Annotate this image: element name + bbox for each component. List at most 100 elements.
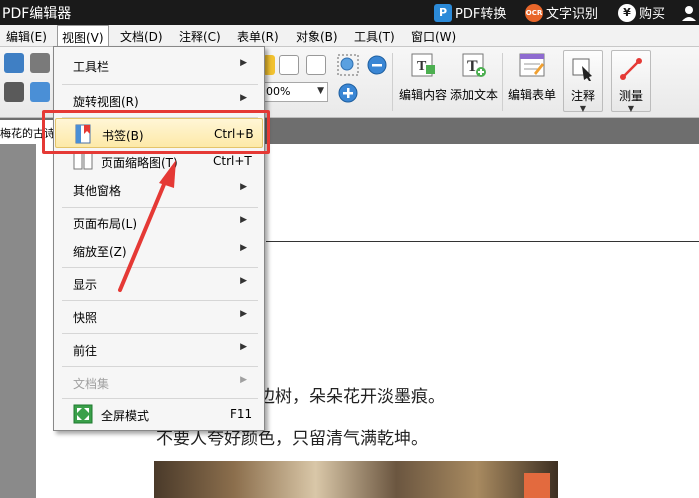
edit-content-button[interactable]: T 编辑内容 — [397, 51, 449, 103]
pdf-convert-icon: P — [434, 3, 452, 22]
image-stamp — [524, 473, 550, 498]
add-text-icon: T — [462, 53, 486, 77]
menu-item-bookmarks[interactable]: 书签(B) Ctrl+B — [55, 118, 263, 148]
menu-item-label: 全屏模式 — [101, 409, 150, 423]
pdf-convert-label: PDF转换 — [455, 7, 507, 22]
menu-item-other-panes[interactable]: 其他窗格 ▶ — [55, 174, 263, 204]
annotate-button[interactable]: 注释 ▼ — [563, 50, 603, 113]
chevron-right-icon: ▶ — [240, 243, 247, 253]
zoom-out-icon[interactable] — [366, 54, 388, 76]
menu-item-shortcut: Ctrl+B — [214, 127, 254, 141]
horizontal-rule — [266, 241, 699, 242]
chevron-right-icon: ▶ — [240, 182, 247, 192]
chevron-right-icon: ▶ — [240, 215, 247, 225]
menu-item-go-to[interactable]: 前往 ▶ — [55, 334, 263, 364]
menu-tools[interactable]: 工具(T) — [354, 28, 395, 45]
zoom-value: 00% — [266, 85, 291, 98]
buy-label: 购买 — [639, 7, 666, 22]
annotate-label: 注释 — [570, 89, 595, 103]
buy-button[interactable]: ¥ 购买 — [618, 2, 665, 23]
zoom-area-icon[interactable] — [337, 54, 359, 76]
menu-item-label: 文档集 — [73, 377, 110, 391]
menu-item-zoom-to[interactable]: 缩放至(Z) ▶ — [55, 235, 263, 265]
menu-object[interactable]: 对象(B) — [296, 28, 338, 45]
save-icon[interactable] — [4, 53, 24, 73]
title-bar: PDF编辑器 P PDF转换 OCR 文字识别 ¥ 购买 — [0, 0, 699, 25]
edit-form-icon — [519, 53, 545, 77]
thumbnails-icon — [73, 152, 93, 170]
edit-content-icon: T — [411, 53, 435, 77]
chevron-down-icon: ▼ — [579, 104, 587, 113]
add-text-button[interactable]: T 添加文本 — [450, 51, 498, 103]
chevron-down-icon: ▼ — [317, 86, 324, 96]
menu-view[interactable]: 视图(V) — [57, 25, 109, 47]
menu-item-label: 前往 — [73, 344, 98, 358]
chevron-down-icon: ▼ — [627, 104, 635, 113]
add-text-label: 添加文本 — [450, 88, 499, 102]
menu-document[interactable]: 文档(D) — [120, 28, 163, 45]
menu-item-page-layout[interactable]: 页面布局(L) ▶ — [55, 207, 263, 237]
poem-line-1: 边树，朵朵花开淡墨痕。 — [258, 382, 445, 407]
menu-item-document-set: 文档集 ▶ — [55, 367, 263, 397]
ocr-button[interactable]: OCR 文字识别 — [525, 2, 598, 23]
chevron-right-icon: ▶ — [240, 375, 247, 385]
chevron-right-icon: ▶ — [240, 58, 247, 68]
email-icon[interactable] — [30, 82, 50, 102]
menu-bar: 编辑(E) 视图(V) 文档(D) 注释(C) 表单(R) 对象(B) 工具(T… — [0, 25, 699, 47]
chevron-right-icon: ▶ — [240, 309, 247, 319]
edit-form-label: 编辑表单 — [507, 88, 556, 102]
menu-item-label: 页面布局(L) — [73, 217, 138, 231]
chevron-right-icon: ▶ — [240, 276, 247, 286]
annotate-icon — [572, 58, 592, 81]
document-tab-label: 梅花的古诗 — [0, 127, 55, 140]
user-icon — [682, 5, 696, 21]
document-tab[interactable]: 梅花的古诗 — [0, 120, 56, 144]
view-menu-dropdown: 工具栏 ▶ 旋转视图(R) ▶ 书签(B) Ctrl+B 页面缩略图(T) Ct… — [53, 46, 265, 431]
yen-icon: ¥ — [618, 3, 636, 22]
menu-form[interactable]: 表单(R) — [237, 28, 279, 45]
edit-content-label: 编辑内容 — [398, 88, 447, 102]
print-icon[interactable] — [4, 82, 24, 102]
menu-item-label: 旋转视图(R) — [73, 95, 139, 109]
zoom-select[interactable]: 00% ▼ — [262, 82, 328, 102]
menu-item-shortcut: F11 — [230, 407, 253, 421]
menu-item-label: 工具栏 — [73, 60, 110, 74]
pdf-convert-button[interactable]: P PDF转换 — [434, 2, 506, 23]
svg-text:T: T — [417, 59, 427, 74]
scanner-icon[interactable] — [30, 53, 50, 73]
menu-item-label: 书签(B) — [102, 129, 144, 143]
menu-item-toolbar[interactable]: 工具栏 ▶ — [55, 50, 263, 80]
menu-item-label: 快照 — [73, 311, 98, 325]
toolbar-divider — [502, 53, 503, 111]
menu-edit[interactable]: 编辑(E) — [6, 28, 47, 45]
menu-item-rotate-view[interactable]: 旋转视图(R) ▶ — [55, 85, 263, 115]
fullscreen-icon — [73, 404, 93, 424]
menu-item-snapshot[interactable]: 快照 ▶ — [55, 301, 263, 331]
bookmark-icon — [75, 124, 91, 144]
toolbar-divider — [392, 53, 393, 111]
menu-annotate[interactable]: 注释(C) — [179, 28, 221, 45]
poem-line-1-text: 树，朵朵花开淡墨痕。 — [275, 387, 445, 407]
menu-item-fullscreen[interactable]: 全屏模式 F11 — [55, 399, 263, 429]
menu-item-label: 缩放至(Z) — [73, 245, 127, 259]
menu-window[interactable]: 窗口(W) — [411, 28, 456, 45]
document-image — [154, 461, 558, 498]
menu-item-display[interactable]: 显示 ▶ — [55, 268, 263, 298]
user-button[interactable] — [680, 2, 698, 23]
measure-label: 测量 — [618, 89, 643, 103]
measure-icon — [620, 58, 642, 80]
menu-item-label: 页面缩略图(T) — [101, 156, 178, 170]
measure-button[interactable]: 测量 ▼ — [611, 50, 651, 113]
menu-item-page-thumbnails[interactable]: 页面缩略图(T) Ctrl+T — [55, 146, 263, 176]
chevron-right-icon: ▶ — [240, 93, 247, 103]
menu-item-shortcut: Ctrl+T — [213, 154, 252, 168]
ocr-icon: OCR — [525, 3, 543, 22]
fit-page-icon[interactable] — [279, 55, 299, 75]
menu-item-label: 其他窗格 — [73, 184, 122, 198]
menu-item-label: 显示 — [73, 278, 98, 292]
fit-width-icon[interactable] — [306, 55, 326, 75]
chevron-right-icon: ▶ — [240, 342, 247, 352]
zoom-in-icon[interactable] — [337, 82, 359, 104]
edit-form-button[interactable]: 编辑表单 — [506, 51, 558, 103]
ocr-label: 文字识别 — [546, 7, 599, 22]
